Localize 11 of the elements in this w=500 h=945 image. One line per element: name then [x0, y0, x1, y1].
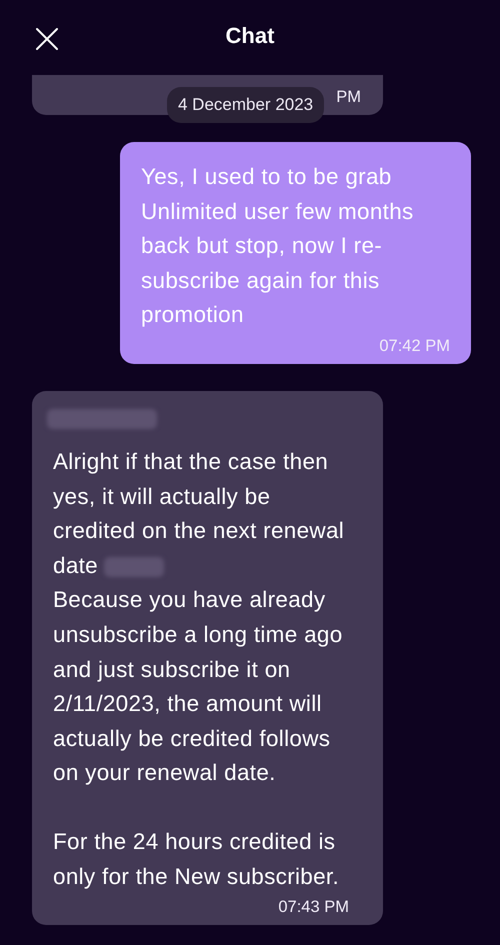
message-time: 07:42 PM [379, 336, 450, 356]
message-time: 07:43 PM [278, 898, 349, 918]
redacted-block [104, 556, 164, 577]
date-separator: 4 December 2023 [167, 87, 324, 123]
message-text: For the 24 hours credited is only for the New subscriber. [53, 828, 340, 891]
message-text: Because you have already unsubscribe a long time ago and just subscribe it on 2/11/2023, the amount will actually be credited follows on your renewal date. [53, 586, 344, 788]
message-text: Yes, I used to to be grab Unlimited user few months back but stop, now I re-subscribe again for this promotion [141, 163, 415, 330]
message-time: PM [336, 88, 361, 107]
message-text: Alright if that the case then yes, it will actually be credited on the next renewal date [53, 448, 346, 580]
screen-title: Chat [226, 22, 274, 48]
close-icon [35, 27, 59, 51]
